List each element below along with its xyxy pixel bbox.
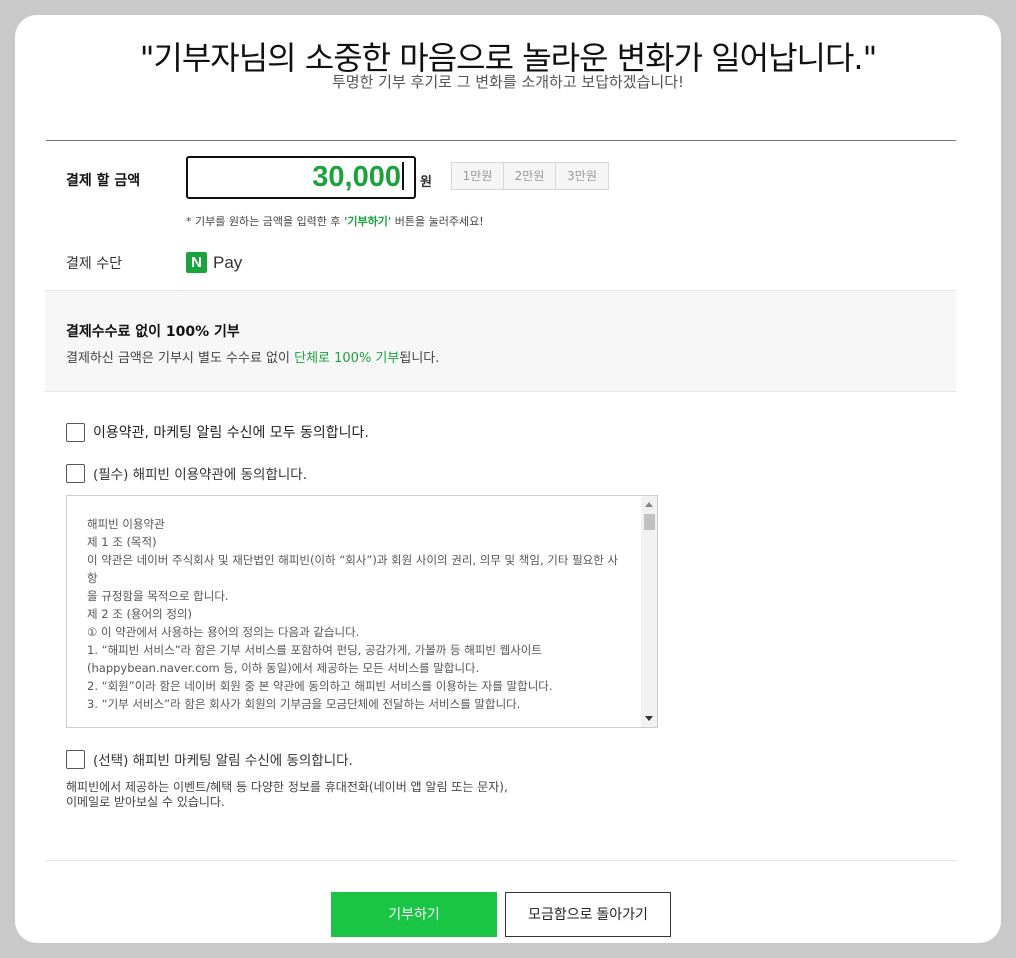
agree-marketing-label: (선택) 해피빈 마케팅 알림 수신에 동의합니다. bbox=[93, 753, 353, 769]
terms-line: 이 약관은 네이버 주식회사 및 재단법인 해피빈(이하 “회사”)과 회원 사… bbox=[87, 553, 619, 585]
amount-value: 30,000 bbox=[312, 161, 401, 193]
agree-marketing-row[interactable]: (선택) 해피빈 마케팅 알림 수신에 동의합니다. bbox=[66, 749, 353, 769]
quick-amount-20000-button[interactable]: 2만원 bbox=[504, 163, 556, 189]
divider bbox=[45, 860, 956, 861]
terms-line: 1. “해피빈 서비스”라 함은 기부 서비스를 포함하여 펀딩, 공감가게, … bbox=[87, 643, 542, 657]
naver-pay-option[interactable]: N Pay bbox=[186, 252, 242, 273]
text-caret bbox=[402, 162, 404, 190]
terms-line: 을 규정함을 목적으로 합니다. bbox=[87, 589, 229, 603]
terms-line: (happybean.naver.com 등, 이하 동일)에서 제공하는 모든… bbox=[87, 661, 480, 675]
fee-info-box: 결제수수료 없이 100% 기부 결제하신 금액은 기부시 별도 수수료 없이 … bbox=[45, 290, 956, 392]
terms-scrollbar[interactable] bbox=[641, 496, 657, 727]
fee-desc-highlight: 단체로 100% 기부 bbox=[294, 351, 400, 366]
hint-text-suffix: 버튼을 눌러주세요! bbox=[391, 215, 484, 228]
agree-terms-checkbox[interactable] bbox=[66, 463, 85, 483]
quick-amount-30000-button[interactable]: 3만원 bbox=[556, 163, 608, 189]
amount-input[interactable]: 30,000 bbox=[186, 156, 416, 199]
marketing-desc-line: 이메일로 받아보실 수 있습니다. bbox=[66, 795, 225, 809]
hint-highlight: '기부하기' bbox=[344, 215, 392, 228]
terms-scroll-box[interactable]: 해피빈 이용약관 제 1 조 (목적) 이 약관은 네이버 주식회사 및 재단법… bbox=[66, 495, 658, 728]
fee-desc-suffix: 됩니다. bbox=[399, 351, 440, 366]
divider bbox=[46, 140, 956, 141]
quick-amount-group: 1만원 2만원 3만원 bbox=[451, 162, 609, 190]
terms-content: 해피빈 이용약관 제 1 조 (목적) 이 약관은 네이버 주식회사 및 재단법… bbox=[87, 515, 627, 713]
scroll-up-arrow-icon[interactable] bbox=[645, 502, 653, 507]
marketing-desc-line: 해피빈에서 제공하는 이벤트/혜택 등 다양한 정보를 휴대전화(네이버 앱 알… bbox=[66, 780, 508, 794]
scroll-thumb[interactable] bbox=[644, 514, 655, 530]
marketing-description: 해피빈에서 제공하는 이벤트/혜택 등 다양한 정보를 휴대전화(네이버 앱 알… bbox=[66, 780, 508, 810]
terms-line: 3. “기부 서비스”라 함은 회사가 회원의 기부금을 모금단체에 전달하는 … bbox=[87, 697, 521, 711]
fee-description: 결제하신 금액은 기부시 별도 수수료 없이 단체로 100% 기부됩니다. bbox=[66, 347, 439, 366]
scroll-down-arrow-icon[interactable] bbox=[645, 716, 653, 721]
terms-line: 2. “회원”이라 함은 네이버 회원 중 본 약관에 동의하고 해피빈 서비스… bbox=[87, 679, 553, 693]
terms-line: 제 2 조 (용어의 정의) bbox=[87, 607, 192, 621]
agree-all-label: 이용약관, 마케팅 알림 수신에 모두 동의합니다. bbox=[93, 425, 369, 441]
agree-terms-label: (필수) 해피빈 이용약관에 동의합니다. bbox=[93, 467, 307, 483]
agree-marketing-checkbox[interactable] bbox=[66, 749, 85, 769]
donate-button[interactable]: 기부하기 bbox=[331, 892, 497, 937]
agree-all-checkbox[interactable] bbox=[66, 422, 85, 442]
hint-text-prefix: * 기부를 원하는 금액을 입력한 후 bbox=[186, 215, 345, 228]
naver-n-icon: N bbox=[186, 252, 207, 273]
payment-method-label: 결제 수단 bbox=[66, 256, 122, 272]
amount-label: 결제 할 금액 bbox=[66, 173, 141, 189]
back-to-fundraiser-button[interactable]: 모금함으로 돌아가기 bbox=[505, 892, 671, 937]
amount-hint: * 기부를 원하는 금액을 입력한 후 '기부하기' 버튼을 눌러주세요! bbox=[186, 213, 484, 229]
agree-all-row[interactable]: 이용약관, 마케팅 알림 수신에 모두 동의합니다. bbox=[66, 422, 369, 442]
quick-amount-10000-button[interactable]: 1만원 bbox=[452, 163, 504, 189]
page-subhead: 투명한 기부 후기로 그 변화를 소개하고 보답하겠습니다! bbox=[331, 73, 685, 91]
terms-line: 제 1 조 (목적) bbox=[87, 535, 157, 549]
donation-card: "기부자님의 소중한 마음으로 놀라운 변화가 일어납니다." 투명한 기부 후… bbox=[15, 15, 1001, 943]
currency-unit: 원 bbox=[420, 175, 432, 190]
fee-title: 결제수수료 없이 100% 기부 bbox=[66, 324, 240, 340]
terms-line: ① 이 약관에서 사용하는 용어의 정의는 다음과 같습니다. bbox=[87, 625, 360, 639]
pay-label: Pay bbox=[213, 252, 243, 272]
agree-terms-row[interactable]: (필수) 해피빈 이용약관에 동의합니다. bbox=[66, 463, 307, 483]
terms-line: 해피빈 이용약관 bbox=[87, 517, 165, 531]
fee-desc-prefix: 결제하신 금액은 기부시 별도 수수료 없이 bbox=[66, 351, 295, 366]
